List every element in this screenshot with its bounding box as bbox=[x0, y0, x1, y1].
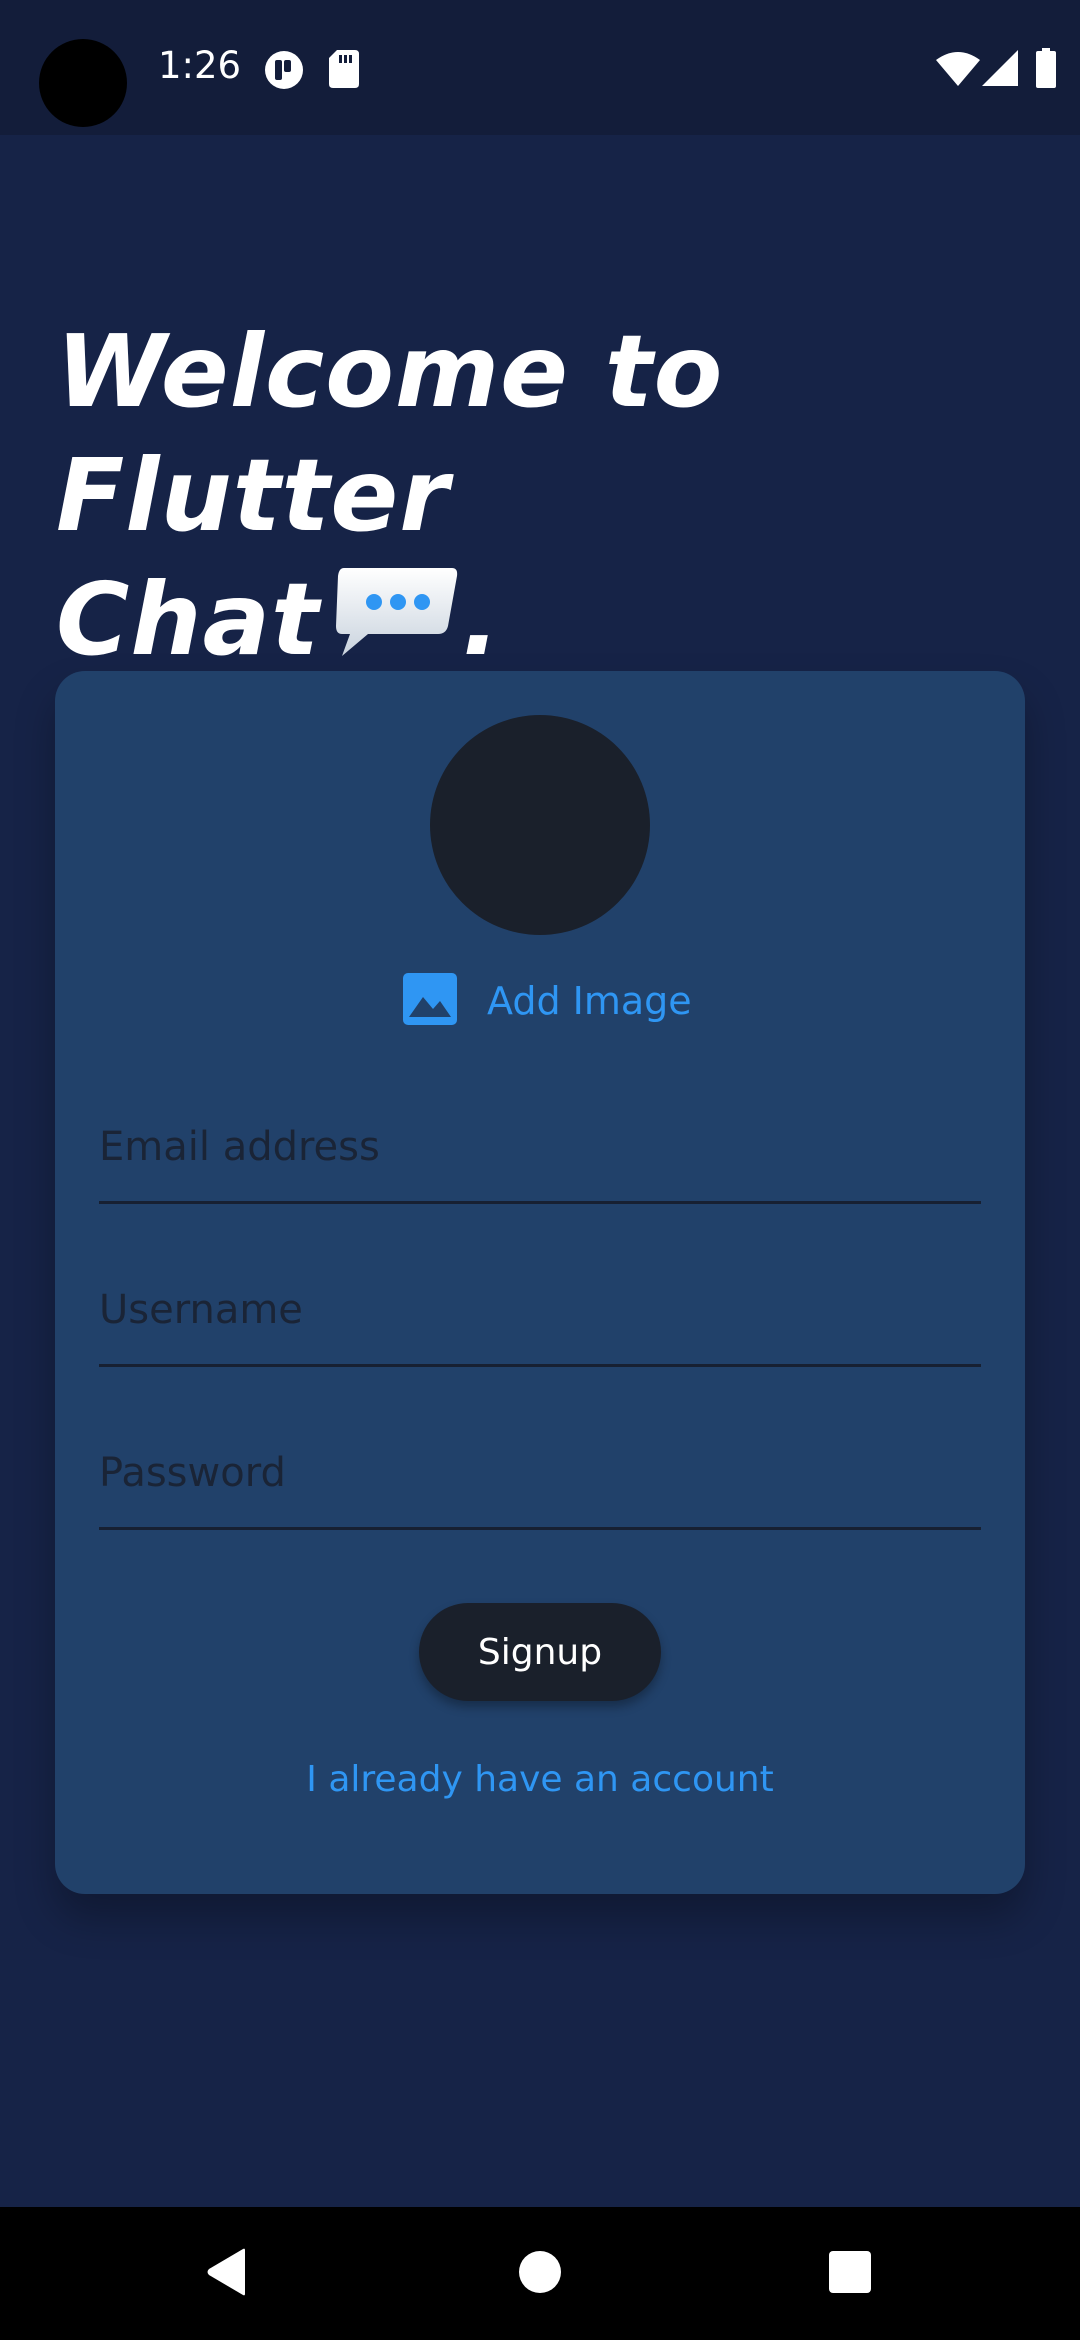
already-have-account-link[interactable]: I already have an account bbox=[55, 1759, 1025, 1800]
home-button[interactable] bbox=[480, 2207, 600, 2340]
recents-icon bbox=[829, 2250, 871, 2297]
title-line-2: Chat bbox=[56, 561, 320, 678]
image-icon bbox=[403, 973, 457, 1029]
battery-icon bbox=[1036, 48, 1056, 92]
welcome-title: Welcome to Flutter Chat . bbox=[56, 310, 1036, 688]
username-field-container bbox=[99, 1254, 981, 1367]
add-image-label: Add Image bbox=[487, 979, 692, 1023]
signup-button[interactable]: Signup bbox=[419, 1603, 661, 1701]
navigation-bar bbox=[0, 2207, 1080, 2340]
signal-icon bbox=[982, 50, 1018, 90]
title-line-1: Welcome to Flutter bbox=[56, 313, 724, 554]
email-field-container bbox=[99, 1091, 981, 1204]
home-icon bbox=[519, 2250, 561, 2297]
status-bar: 1:26 bbox=[0, 0, 1080, 135]
speech-bubble-icon bbox=[334, 564, 462, 688]
screen: 1:26 Welcome to Flutter Chat . Add Image… bbox=[0, 0, 1080, 2340]
title-period: . bbox=[461, 561, 501, 678]
email-field[interactable] bbox=[99, 1117, 981, 1177]
avatar[interactable] bbox=[430, 715, 650, 935]
status-time: 1:26 bbox=[158, 44, 242, 87]
password-field-container bbox=[99, 1417, 981, 1530]
camera-cutout bbox=[39, 39, 127, 127]
back-icon bbox=[205, 2248, 247, 2300]
recents-button[interactable] bbox=[790, 2207, 910, 2340]
back-button[interactable] bbox=[166, 2207, 286, 2340]
sd-card-icon bbox=[329, 50, 359, 92]
signup-card: Add Image Signup I already have an accou… bbox=[55, 671, 1025, 1894]
password-field[interactable] bbox=[99, 1443, 981, 1503]
add-image-button[interactable]: Add Image bbox=[403, 971, 692, 1031]
username-field[interactable] bbox=[99, 1280, 981, 1340]
wifi-icon bbox=[936, 52, 980, 90]
notification-icon bbox=[264, 50, 304, 94]
